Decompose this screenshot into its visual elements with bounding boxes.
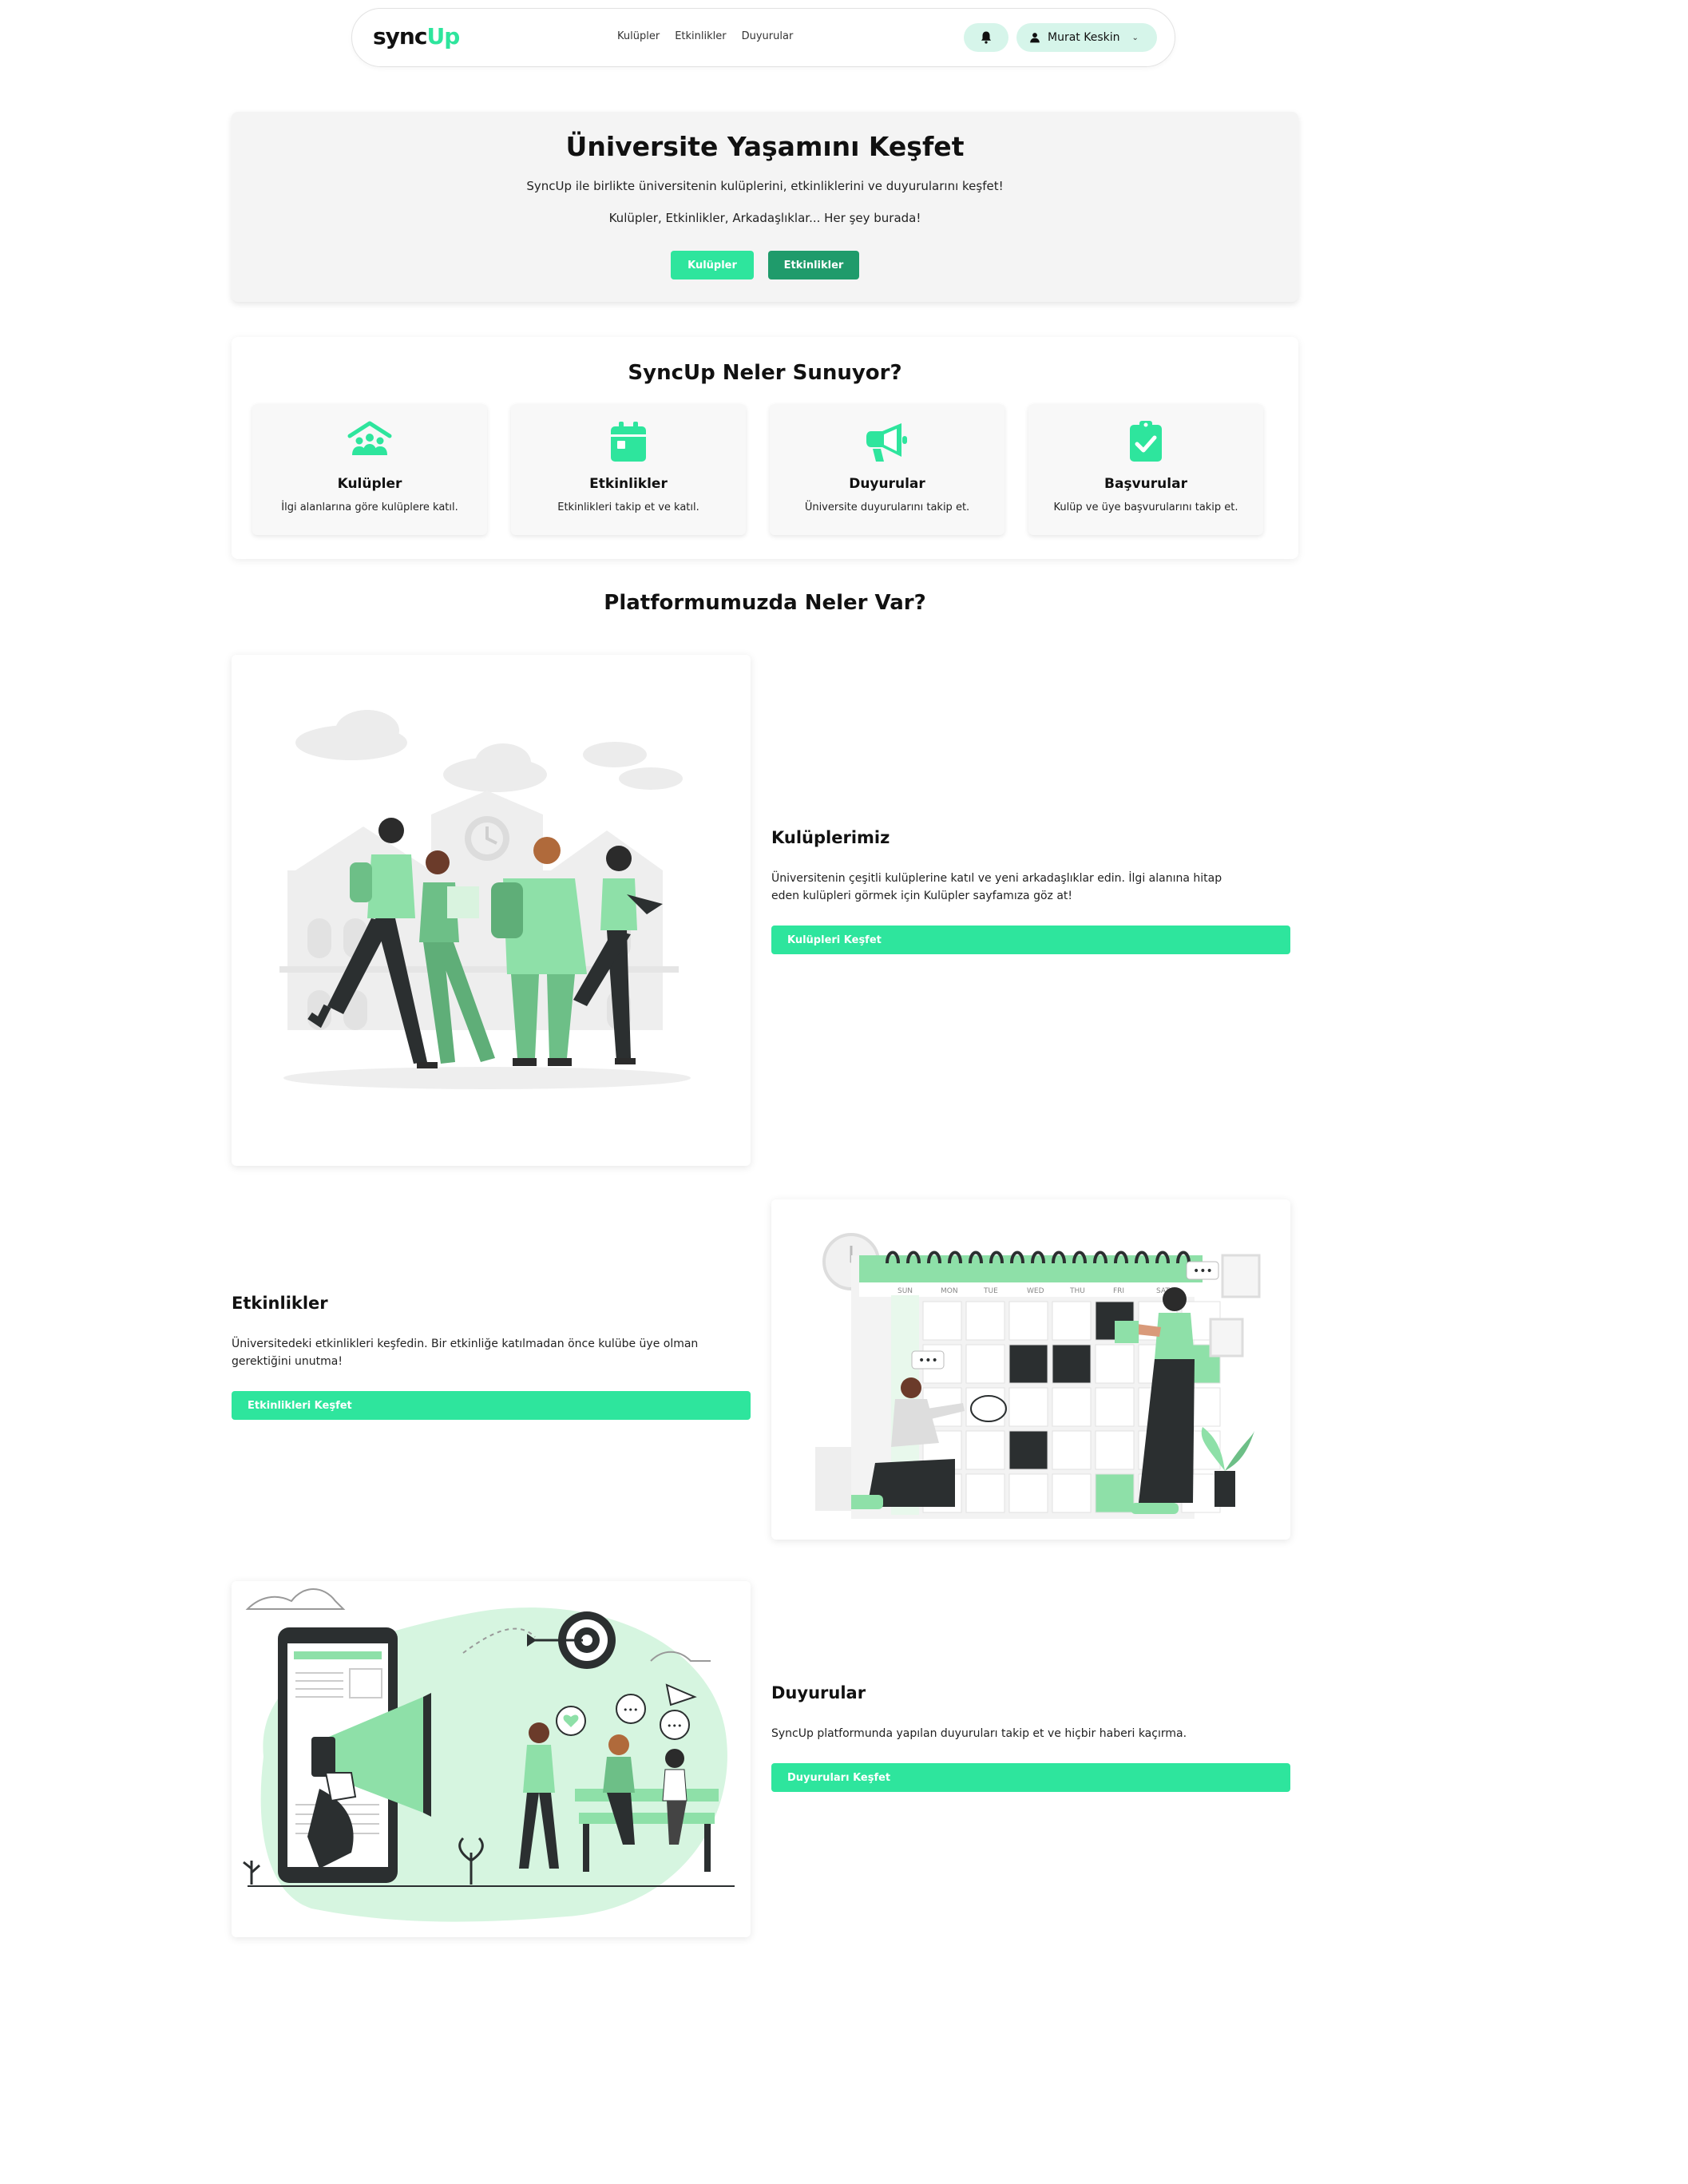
calendar-day-label: WED: [1027, 1287, 1044, 1295]
feature-title: Kulüpler: [337, 476, 402, 492]
nav-link-clubs[interactable]: Kulüpler: [617, 30, 660, 42]
feature-card-clubs: Kulüpler İlgi alanlarına göre kulüplere …: [252, 404, 487, 535]
hero-buttons: Kulüpler Etkinlikler: [232, 251, 1298, 279]
feature-desc: Etkinlikleri takip et ve katıl.: [557, 501, 699, 513]
user-icon: [1030, 33, 1040, 43]
clubs-text-block: Kulüplerimiz Üniversitenin çeşitli kulüp…: [771, 828, 1290, 954]
logo-text-up: Up: [426, 23, 460, 50]
hero-clubs-button[interactable]: Kulüpler: [671, 251, 754, 279]
events-illustration-card: SUN MON TUE WED THU FRI SAT ••• •••: [771, 1199, 1290, 1540]
nav-link-announcements[interactable]: Duyurular: [742, 30, 794, 42]
chevron-down-icon: ⌄: [1131, 33, 1139, 42]
clubs-illustration-card: [232, 655, 751, 1166]
clubs-icon: [347, 421, 392, 455]
nav-link-events[interactable]: Etkinlikler: [675, 30, 726, 42]
feature-title: Etkinlikler: [589, 476, 668, 492]
svg-text:•••: •••: [918, 1354, 938, 1367]
events-section-desc: Üniversitedeki etkinlikleri keşfedin. Bi…: [232, 1338, 699, 1368]
feature-card-events: Etkinlikler Etkinlikleri takip et ve kat…: [511, 404, 746, 535]
hero-tagline: Kulüpler, Etkinlikler, Arkadaşlıklar... …: [608, 211, 921, 225]
hero-subtitle: SyncUp ile birlikte üniversitenin kulüpl…: [526, 179, 1004, 193]
announcements-illustration-card: ••• •••: [232, 1581, 751, 1937]
clubs-section-desc: Üniversitenin çeşitli kulüplerine katıl …: [771, 872, 1222, 902]
hero-events-button[interactable]: Etkinlikler: [768, 251, 859, 279]
explore-clubs-button[interactable]: Kulüpleri Keşfet: [771, 926, 1290, 954]
announcements-section-desc: SyncUp platformunda yapılan duyuruları t…: [771, 1727, 1187, 1740]
events-text-block: Etkinlikler Üniversitedeki etkinlikleri …: [232, 1294, 751, 1420]
events-section-title: Etkinlikler: [232, 1294, 328, 1313]
students-illustration: [279, 710, 691, 1089]
explore-events-button[interactable]: Etkinlikleri Keşfet: [232, 1391, 751, 1420]
announcements-text-block: Duyurular SyncUp platformunda yapılan du…: [771, 1683, 1290, 1792]
explore-announcements-button[interactable]: Duyuruları Keşfet: [771, 1763, 1290, 1792]
feature-desc: Üniversite duyurularını takip et.: [804, 501, 970, 513]
clipboard-check-icon: [1130, 421, 1162, 462]
feature-title: Başvurular: [1104, 476, 1187, 492]
calendar-day-label: FRI: [1113, 1287, 1124, 1295]
calendar-day-label: TUE: [983, 1287, 998, 1295]
user-name: Murat Keskin: [1048, 31, 1120, 44]
notifications-button[interactable]: [964, 23, 1008, 52]
svg-text:•••: •••: [667, 1721, 682, 1731]
nav-links: Kulüpler Etkinlikler Duyurular: [617, 30, 793, 42]
calendar-day-label: SUN: [897, 1287, 913, 1295]
platform-title: Platformumuzda Neler Var?: [604, 591, 926, 615]
logo[interactable]: syncUp: [373, 23, 460, 54]
svg-text:•••: •••: [1193, 1265, 1213, 1278]
clubs-section-title: Kulüplerimiz: [771, 828, 890, 847]
feature-title: Duyurular: [849, 476, 925, 492]
calendar-day-label: MON: [941, 1287, 958, 1295]
calendar-illustration: SUN MON TUE WED THU FRI SAT ••• •••: [815, 1233, 1261, 1519]
feature-card-applications: Başvurular Kulüp ve üye başvurularını ta…: [1028, 404, 1263, 535]
feature-desc: İlgi alanlarına göre kulüplere katıl.: [281, 501, 458, 513]
calendar-icon: [611, 422, 646, 462]
top-navbar: syncUp Kulüpler Etkinlikler Duyurular Mu…: [351, 8, 1175, 67]
logo-text-sync: sync: [373, 23, 427, 50]
hero-title: Üniversite Yaşamını Keşfet: [565, 131, 965, 162]
megaphone-illustration: ••• •••: [243, 1588, 735, 1922]
svg-text:•••: •••: [623, 1705, 638, 1715]
feature-card-announcements: Duyurular Üniversite duyurularını takip …: [770, 404, 1004, 535]
user-menu-button[interactable]: Murat Keskin ⌄: [1016, 23, 1157, 52]
announcements-section-title: Duyurular: [771, 1683, 866, 1702]
calendar-day-label: THU: [1069, 1287, 1085, 1295]
feature-desc: Kulüp ve üye başvurularını takip et.: [1053, 501, 1238, 513]
bell-icon: [981, 31, 991, 44]
hero-section: Üniversite Yaşamını Keşfet SyncUp ile bi…: [232, 112, 1298, 302]
features-section: SyncUp Neler Sunuyor? Kulüpler İlgi alan…: [232, 337, 1298, 559]
megaphone-icon: [866, 423, 907, 462]
features-title: SyncUp Neler Sunuyor?: [628, 361, 902, 385]
